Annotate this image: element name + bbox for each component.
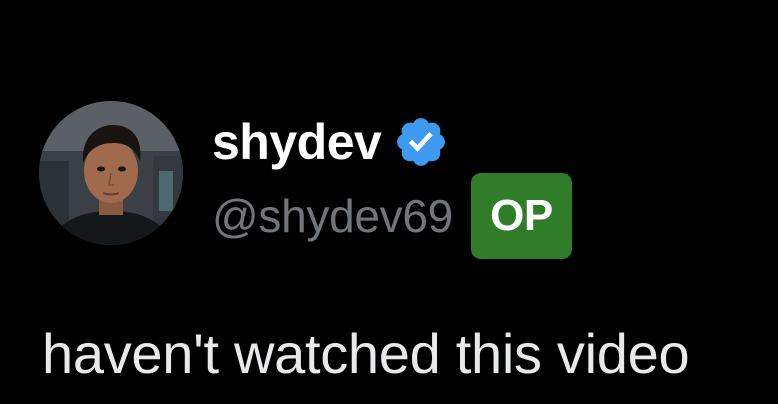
author-name-row: shydev — [212, 110, 449, 174]
avatar-image — [39, 101, 183, 245]
verified-badge-icon[interactable] — [393, 114, 449, 170]
author-handle-row: @shydev69 OP — [212, 173, 572, 259]
author-display-name[interactable]: shydev — [212, 117, 382, 167]
post-text: haven't watched this video — [42, 322, 690, 385]
avatar[interactable] — [39, 101, 183, 245]
post: shydev @shydev69 OP haven't watched this… — [0, 0, 778, 404]
author-handle[interactable]: @shydev69 — [212, 193, 453, 239]
op-badge: OP — [470, 173, 572, 259]
